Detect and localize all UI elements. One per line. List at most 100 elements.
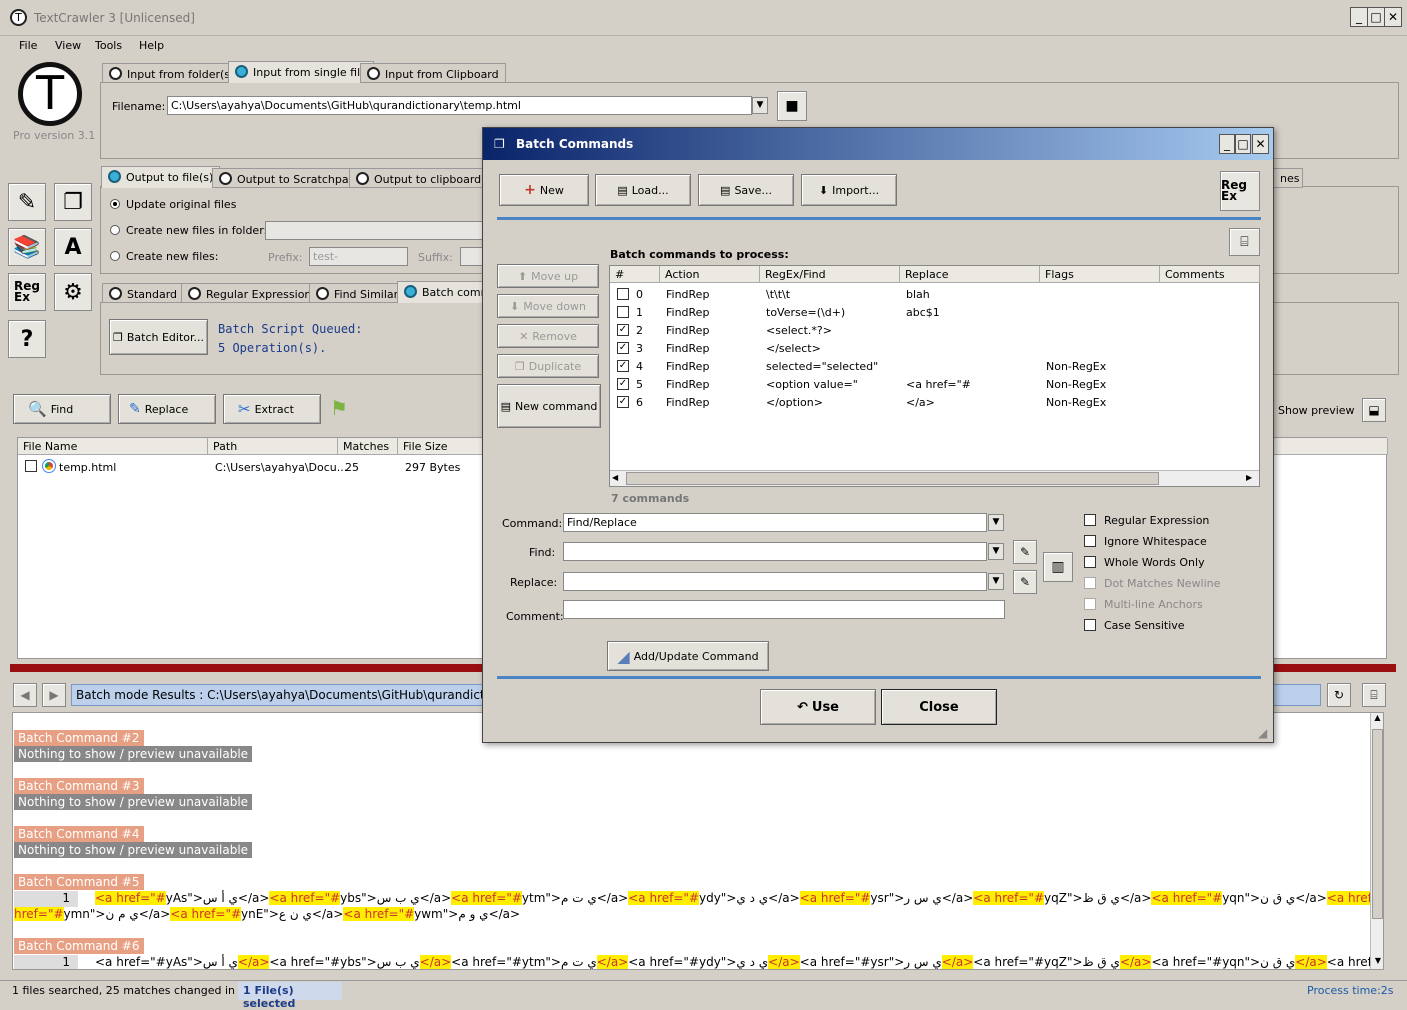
command-checkbox[interactable] (617, 306, 629, 318)
tab-lines[interactable]: nes (1273, 168, 1303, 188)
new-command-button[interactable]: ▤ New command (497, 384, 601, 428)
file-name-header[interactable]: File Name (18, 438, 208, 455)
comment-input[interactable] (563, 600, 1005, 619)
add-update-command-button[interactable]: ◢ Add/Update Command (607, 641, 769, 671)
move-down-button[interactable]: ⬇ Move down (497, 294, 599, 318)
matches-header[interactable]: Matches (338, 438, 398, 455)
regex-icon[interactable]: Reg Ex (1220, 171, 1260, 211)
extract-button[interactable]: ✂ Extract (223, 394, 321, 424)
chevron-down-icon[interactable]: ▼ (752, 97, 768, 114)
option-checkbox[interactable]: Whole Words Only (1084, 556, 1205, 569)
tab-input-single-file[interactable]: Input from single file (228, 61, 374, 83)
batch-editor-button[interactable]: ❐ Batch Editor... (109, 319, 208, 355)
tab-output-scratchpad[interactable]: Output to Scratchpad (212, 168, 363, 188)
help-icon[interactable]: ? (8, 320, 46, 358)
menu-help[interactable]: Help (139, 39, 164, 52)
replace-input[interactable] (563, 572, 987, 591)
browse-file-button[interactable]: ■ (777, 91, 807, 121)
tab-input-folder[interactable]: Input from folder(s) (102, 63, 242, 83)
close-button[interactable]: ✕ (1384, 7, 1402, 27)
binoculars-icon[interactable]: ⌸ (1362, 683, 1386, 707)
dialog-minimize-button[interactable]: _ (1219, 134, 1235, 154)
results-scrollbar[interactable]: ▲ ▼ (1370, 713, 1383, 969)
import-button[interactable]: ⬇ Import... (801, 174, 897, 206)
col-replace-header[interactable]: Replace (900, 266, 1040, 283)
find-input[interactable] (563, 542, 987, 561)
refresh-icon[interactable]: ↻ (1327, 683, 1351, 707)
col-comments-header[interactable]: Comments (1160, 266, 1260, 283)
edit-find-icon[interactable]: ✎ (1013, 540, 1037, 564)
command-row[interactable]: ✓ 6 FindRep </option> </a> Non-RegEx (610, 393, 1250, 411)
tab-batch-commands[interactable]: Batch comm (397, 281, 483, 303)
edit-icon[interactable]: ✎ (8, 183, 46, 221)
command-row[interactable]: ✓ 5 FindRep <option value=" <a href="# Non-Re… (610, 375, 1250, 393)
tab-standard[interactable]: Standard (102, 283, 185, 303)
option-checkbox[interactable]: Case Sensitive (1084, 619, 1185, 632)
move-up-button[interactable]: ⬆ Move up (497, 264, 599, 288)
maximize-button[interactable]: □ (1367, 7, 1385, 27)
save-button[interactable]: ▤ Save... (698, 174, 794, 206)
menu-file[interactable]: File (19, 39, 37, 52)
scroll-up-icon[interactable]: ▲ (1371, 713, 1383, 727)
book-icon[interactable]: 📚 (8, 228, 46, 266)
tab-input-clipboard[interactable]: Input from Clipboard (360, 63, 506, 83)
path-header[interactable]: Path (208, 438, 338, 455)
library-icon[interactable]: ▥ (1043, 552, 1073, 582)
table-hscrollbar[interactable]: ◀ ▶ (610, 470, 1259, 486)
option-checkbox[interactable]: Multi-line Anchors (1084, 598, 1203, 611)
command-select[interactable]: Find/Replace (563, 513, 987, 532)
command-row[interactable]: ✓ 2 FindRep <select.*?> (610, 321, 1250, 339)
find-button[interactable]: 🔍 Find (13, 394, 111, 424)
command-checkbox[interactable]: ✓ (617, 378, 629, 390)
chevron-down-icon[interactable]: ▼ (988, 573, 1004, 590)
scroll-left-icon[interactable]: ◀ (612, 473, 618, 482)
regex-icon[interactable]: Reg Ex (8, 273, 46, 311)
new-folder-option[interactable]: Create new files in folder: (110, 224, 267, 237)
flag-icon[interactable]: ⚑ (330, 396, 348, 420)
chevron-down-icon[interactable]: ▼ (988, 514, 1004, 531)
col-find-header[interactable]: RegEx/Find (760, 266, 900, 283)
option-checkbox[interactable]: Dot Matches Newline (1084, 577, 1220, 590)
col-flags-header[interactable]: Flags (1040, 266, 1160, 283)
command-checkbox[interactable]: ✓ (617, 324, 629, 336)
command-checkbox[interactable]: ✓ (617, 342, 629, 354)
dialog-close-button[interactable]: ✕ (1252, 134, 1269, 154)
new-files-option[interactable]: Create new files: (110, 250, 218, 263)
remove-button[interactable]: ✕ Remove (497, 324, 599, 348)
menu-view[interactable]: View (55, 39, 81, 52)
command-row[interactable]: 1 FindRep toVerse=(\d+) abc$1 (610, 303, 1250, 321)
row-checkbox[interactable] (25, 460, 37, 472)
tab-regular-expression[interactable]: Regular Expression (181, 283, 319, 303)
option-checkbox[interactable]: Ignore Whitespace (1084, 535, 1207, 548)
duplicate-button[interactable]: ❐ Duplicate (497, 354, 599, 378)
scroll-thumb[interactable] (626, 472, 1159, 485)
command-checkbox[interactable]: ✓ (617, 360, 629, 372)
command-row[interactable]: ✓ 3 FindRep </select> (610, 339, 1250, 357)
close-dialog-button[interactable]: Close (881, 689, 997, 725)
menu-tools[interactable]: Tools (95, 39, 122, 52)
preview-toggle-icon[interactable]: ⬓ (1362, 398, 1386, 422)
replace-button[interactable]: ✎ Replace (118, 394, 216, 424)
new-folder-field[interactable] (265, 221, 485, 240)
resize-grip-icon[interactable]: ◢ (1258, 726, 1267, 740)
new-button[interactable]: + New (499, 174, 589, 206)
gear-icon[interactable]: ⚙ (54, 273, 92, 311)
tab-output-files[interactable]: Output to file(s) (101, 166, 221, 188)
dialog-maximize-button[interactable]: □ (1235, 134, 1251, 154)
scroll-down-icon[interactable]: ▼ (1371, 956, 1383, 969)
command-row[interactable]: 0 FindRep \t\t\t blah (610, 285, 1250, 303)
col-action-header[interactable]: Action (660, 266, 760, 283)
font-icon[interactable]: A (54, 228, 92, 266)
windows-icon[interactable]: ❐ (54, 183, 92, 221)
forward-icon[interactable]: ▶ (42, 683, 66, 707)
tab-output-clipboard[interactable]: Output to clipboard (349, 168, 489, 188)
option-checkbox[interactable]: Regular Expression (1084, 514, 1209, 527)
use-button[interactable]: ↶ Use (760, 689, 876, 725)
filename-field[interactable]: C:\Users\ayahya\Documents\GitHub\qurandi… (167, 96, 752, 115)
col-number-header[interactable]: # (610, 266, 660, 283)
load-button[interactable]: ▤ Load... (595, 174, 691, 206)
prefix-field[interactable]: test- (309, 247, 408, 266)
minimize-button[interactable]: _ (1350, 7, 1368, 27)
scroll-thumb[interactable] (1372, 729, 1383, 919)
scroll-right-icon[interactable]: ▶ (1246, 473, 1252, 482)
